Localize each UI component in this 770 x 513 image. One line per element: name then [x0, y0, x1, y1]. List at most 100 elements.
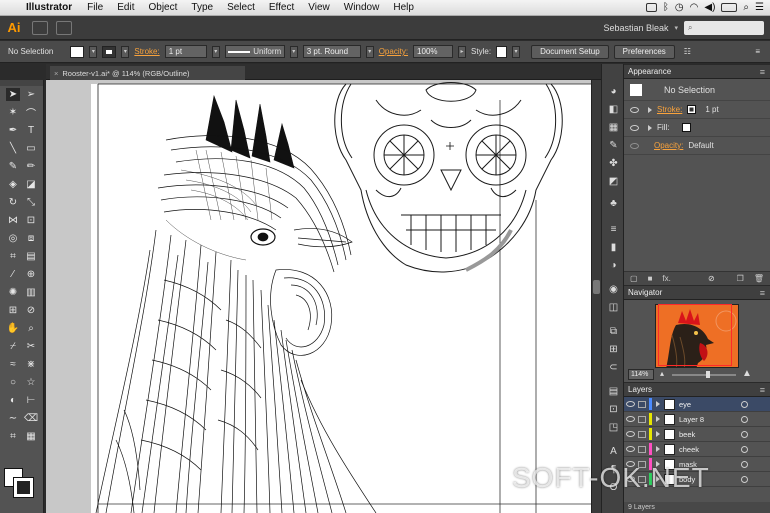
scissors-icon[interactable]: ✂	[24, 340, 38, 353]
layer-name[interactable]: Layer 8	[679, 415, 704, 424]
expand-triangle-icon[interactable]	[656, 416, 660, 422]
color-guide-icon[interactable]: ◧	[608, 104, 619, 115]
duplicate-item-icon[interactable]: ❐	[737, 274, 744, 283]
target-circle-icon[interactable]	[741, 430, 748, 438]
pencil-icon[interactable]: ✏	[24, 160, 38, 173]
navigator-zoom-field[interactable]: 114%	[628, 369, 654, 380]
canvas-area[interactable]	[46, 80, 591, 513]
menu-help[interactable]: Help	[393, 2, 414, 13]
visibility-eye-icon[interactable]	[625, 446, 635, 452]
delete-icon[interactable]: 🗑	[754, 274, 764, 283]
rooster-artwork[interactable]	[46, 80, 591, 513]
add-stroke-icon[interactable]: ▢	[630, 274, 638, 283]
fill-swatch[interactable]	[70, 45, 85, 58]
visibility-eye-icon[interactable]	[625, 416, 635, 422]
arrange-documents-icon[interactable]	[56, 20, 72, 35]
expand-triangle-icon[interactable]	[648, 124, 652, 131]
target-circle-icon[interactable]	[741, 460, 748, 468]
direct-selection-tool-icon[interactable]: ➢	[24, 88, 38, 101]
artboard-tool-icon[interactable]: ⊞	[6, 304, 20, 317]
club-icon[interactable]: ♣	[608, 198, 619, 209]
lock-icon[interactable]	[638, 445, 646, 453]
menu-type[interactable]: Type	[191, 2, 213, 13]
expand-triangle-icon[interactable]	[648, 106, 652, 113]
layers-panel-icon[interactable]: ⧉	[608, 326, 619, 337]
scrollbar-thumb[interactable]	[593, 280, 600, 294]
appearance-panel-title[interactable]: Appearance ≡	[624, 64, 770, 79]
panel-menu-icon[interactable]: ≡	[760, 385, 765, 395]
graphic-style-swatch[interactable]	[496, 45, 508, 58]
stroke-weight-dropdown[interactable]: ▾	[211, 45, 220, 58]
workspace-switcher[interactable]: Sebastian Bleak	[603, 23, 668, 33]
panel-grip[interactable]	[0, 80, 43, 86]
perspective-grid-icon[interactable]: ⧈	[24, 232, 38, 245]
stroke-weight-field[interactable]: 1 pt	[164, 45, 207, 58]
lock-icon[interactable]	[638, 400, 646, 408]
zoom-out-icon[interactable]: ▴	[660, 369, 664, 378]
measure-tool-icon[interactable]: ⊢	[24, 394, 38, 407]
add-fill-icon[interactable]: ■	[648, 274, 653, 283]
layer-row[interactable]: eye	[624, 397, 770, 412]
navigator-view-box[interactable]	[658, 304, 732, 366]
layer-row[interactable]: Layer 8	[624, 412, 770, 427]
spotlight-icon[interactable]: ⌕	[743, 2, 749, 13]
live-paint-icon[interactable]: ◐	[6, 394, 20, 407]
notification-icon[interactable]: ☰	[755, 2, 764, 13]
visibility-eye-icon[interactable]	[625, 401, 635, 407]
transparency-icon[interactable]: ◑	[608, 260, 619, 271]
monitor-icon[interactable]	[645, 3, 657, 12]
hand-tool-icon[interactable]: ✋	[6, 322, 20, 335]
gradient-panel-icon[interactable]: ▮	[608, 242, 619, 253]
warp-tool-icon[interactable]: ≈	[6, 358, 20, 371]
opacity-dropdown[interactable]: ▸	[458, 45, 467, 58]
ellipse-tool-icon[interactable]: ○	[6, 376, 20, 389]
layer-name[interactable]: cheek	[679, 445, 699, 454]
type-tool-icon[interactable]: T	[24, 124, 38, 137]
rectangle-tool-icon[interactable]: ▭	[24, 142, 38, 155]
appearance-opacity-link[interactable]: Opacity:	[654, 141, 683, 150]
lock-icon[interactable]	[638, 415, 646, 423]
time-machine-icon[interactable]: ◷	[675, 2, 684, 13]
mesh-tool-icon[interactable]: ⌗	[6, 250, 20, 263]
close-icon[interactable]: ×	[54, 69, 58, 78]
swatches-icon[interactable]: ▦	[608, 122, 619, 133]
fill-dropdown[interactable]: ▾	[89, 45, 98, 58]
battery-icon[interactable]	[721, 3, 738, 12]
column-graph-icon[interactable]: ▥	[24, 286, 38, 299]
eraser-icon[interactable]: ◪	[24, 178, 38, 191]
target-circle-icon[interactable]	[741, 445, 748, 453]
vertical-scrollbar[interactable]	[591, 80, 601, 513]
menu-view[interactable]: View	[308, 2, 330, 13]
paintbrush-icon[interactable]: ✎	[6, 160, 20, 173]
appearance-stroke-row[interactable]: Stroke: 1 pt	[624, 101, 770, 119]
stroke-swatch[interactable]	[102, 45, 117, 58]
layer-row[interactable]: cheek	[624, 442, 770, 457]
layer-row[interactable]: beek	[624, 427, 770, 442]
stroke-color-swatch[interactable]	[14, 478, 33, 497]
shape-builder-icon[interactable]: ◎	[6, 232, 20, 245]
tab-document[interactable]: × Rooster-v1.ai* @ 114% (RGB/Outline)	[50, 66, 245, 80]
visibility-eye-icon[interactable]	[630, 142, 639, 149]
expand-triangle-icon[interactable]	[656, 446, 660, 452]
color-panel-icon[interactable]: ◕	[608, 86, 619, 97]
wifi-icon[interactable]: ◠	[690, 2, 699, 13]
pathfinder-icon[interactable]: ◳	[608, 422, 619, 433]
stroke-panel-icon[interactable]: ≡	[608, 224, 619, 235]
gradient-tool-icon[interactable]: ▤	[24, 250, 38, 263]
appearance-stroke-swatch[interactable]	[687, 105, 697, 114]
zoom-in-icon[interactable]: ▲	[742, 368, 752, 379]
graphic-styles-icon[interactable]: ◩	[608, 176, 619, 187]
symbols-icon[interactable]: ✤	[608, 158, 619, 169]
brush-definition[interactable]: 3 pt. Round	[302, 45, 361, 58]
navigator-zoom-knob[interactable]	[706, 371, 710, 378]
chevron-down-icon[interactable]: ▾	[674, 24, 678, 32]
visibility-eye-icon[interactable]	[625, 431, 635, 437]
line-tool-icon[interactable]: ╲	[6, 142, 20, 155]
path-eraser-icon[interactable]: ⌫	[24, 412, 38, 425]
panel-menu-icon[interactable]: ≡	[760, 288, 765, 298]
star-tool-icon[interactable]: ☆	[24, 376, 38, 389]
menu-object[interactable]: Object	[148, 2, 177, 13]
width-tool-icon[interactable]: ⋈	[6, 214, 20, 227]
document-setup-button[interactable]: Document Setup	[531, 44, 609, 59]
arrange-icon[interactable]: ☷	[684, 47, 691, 56]
